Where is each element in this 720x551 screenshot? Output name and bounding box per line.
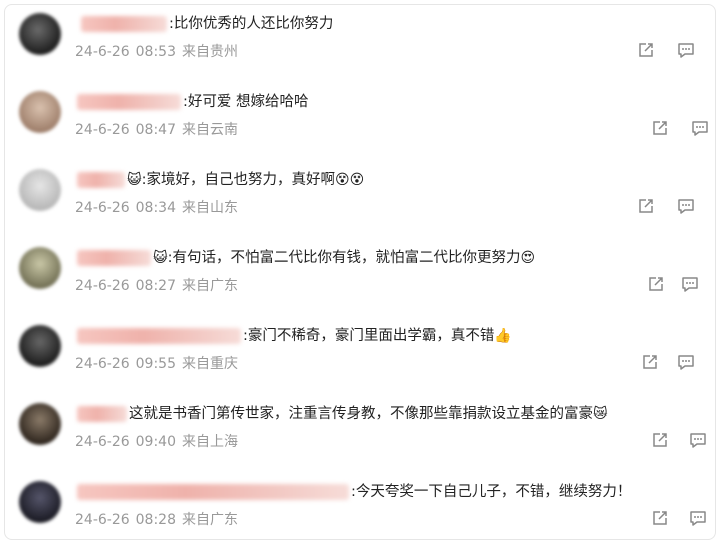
share-icon[interactable] bbox=[647, 275, 665, 293]
comment-location: 来自广东 bbox=[182, 512, 238, 528]
comment-emoji: 😿 bbox=[593, 406, 608, 422]
avatar[interactable] bbox=[19, 325, 61, 367]
comment-meta: 24-6-26 08:28 来自广东 bbox=[75, 509, 244, 529]
comment-content: :豪门不稀奇，豪门里面出学霸，真不错👍 bbox=[243, 325, 512, 347]
comment-location: 来自山东 bbox=[182, 200, 238, 216]
username-blurred[interactable] bbox=[77, 94, 181, 110]
comment-icon[interactable] bbox=[681, 275, 699, 293]
comment-time: 08:47 bbox=[135, 122, 176, 138]
comment-emoji: 😵😵 bbox=[335, 172, 365, 188]
share-icon[interactable] bbox=[637, 197, 655, 215]
comment-date: 24-6-26 bbox=[75, 122, 130, 138]
comment-item: :今天夸奖一下自己儿子，不错，继续努力！ 24-6-26 08:28 来自广东 bbox=[5, 473, 715, 551]
username-blurred[interactable] bbox=[77, 328, 241, 344]
comment-time: 08:27 bbox=[135, 278, 176, 294]
avatar[interactable] bbox=[19, 247, 61, 289]
comment-meta: 24-6-26 08:34 来自山东 bbox=[75, 197, 244, 217]
comment-icon[interactable] bbox=[691, 119, 709, 137]
share-icon[interactable] bbox=[651, 119, 669, 137]
avatar[interactable] bbox=[19, 403, 61, 445]
comment-emoji: 😍 bbox=[520, 250, 536, 266]
share-icon[interactable] bbox=[651, 509, 669, 527]
username-blurred[interactable] bbox=[77, 406, 127, 422]
comment-icon[interactable] bbox=[689, 431, 707, 449]
comment-time: 09:40 bbox=[135, 434, 176, 450]
comment-meta: 24-6-26 08:47 来自云南 bbox=[75, 119, 244, 139]
comment-emoji: 👍 bbox=[494, 328, 512, 344]
comment-item: :豪门不稀奇，豪门里面出学霸，真不错👍 24-6-26 09:55 来自重庆 bbox=[5, 317, 715, 395]
share-icon[interactable] bbox=[637, 41, 655, 59]
comment-icon[interactable] bbox=[689, 509, 707, 527]
share-icon[interactable] bbox=[651, 431, 669, 449]
avatar[interactable] bbox=[19, 481, 61, 523]
comment-icon[interactable] bbox=[677, 41, 695, 59]
comment-date: 24-6-26 bbox=[75, 200, 130, 216]
comment-icon[interactable] bbox=[677, 353, 695, 371]
comment-text: :好可爱 想嫁给哈哈 bbox=[183, 94, 309, 110]
user-badge-emoji: 😺 bbox=[153, 250, 168, 266]
username-blurred[interactable] bbox=[77, 484, 349, 500]
comment-time: 08:34 bbox=[135, 200, 176, 216]
comment-meta: 24-6-26 09:40 来自上海 bbox=[75, 431, 244, 451]
comment-item: 😺:家境好，自己也努力，真好啊😵😵 24-6-26 08:34 来自山东 bbox=[5, 161, 715, 239]
comment-date: 24-6-26 bbox=[75, 512, 130, 528]
comment-location: 来自重庆 bbox=[182, 356, 238, 372]
avatar[interactable] bbox=[19, 91, 61, 133]
username-blurred[interactable] bbox=[81, 16, 167, 32]
username-blurred[interactable] bbox=[77, 172, 125, 188]
comment-date: 24-6-26 bbox=[75, 356, 130, 372]
comment-date: 24-6-26 bbox=[75, 434, 130, 450]
user-badge-emoji: 😺 bbox=[127, 172, 142, 188]
comment-time: 08:53 bbox=[135, 44, 176, 60]
comment-meta: 24-6-26 09:55 来自重庆 bbox=[75, 353, 244, 373]
comment-time: 08:28 bbox=[135, 512, 176, 528]
comment-meta: 24-6-26 08:27 来自广东 bbox=[75, 275, 244, 295]
comment-location: 来自贵州 bbox=[182, 44, 238, 60]
comment-content: 这就是书香门第传世家，注重言传身教，不像那些靠捐款设立基金的富豪😿 bbox=[129, 403, 608, 425]
comment-meta: 24-6-26 08:53 来自贵州 bbox=[75, 41, 244, 61]
comment-time: 09:55 bbox=[135, 356, 176, 372]
comment-text: :豪门不稀奇，豪门里面出学霸，真不错 bbox=[243, 328, 495, 344]
comment-item: 这就是书香门第传世家，注重言传身教，不像那些靠捐款设立基金的富豪😿 24-6-2… bbox=[5, 395, 715, 473]
comment-content: 😺:有句话，不怕富二代比你有钱，就怕富二代比你更努力😍 bbox=[153, 247, 535, 269]
avatar[interactable] bbox=[19, 169, 61, 211]
comment-item: 😺:有句话，不怕富二代比你有钱，就怕富二代比你更努力😍 24-6-26 08:27… bbox=[5, 239, 715, 317]
comment-date: 24-6-26 bbox=[75, 44, 130, 60]
share-icon[interactable] bbox=[641, 353, 659, 371]
comment-content: 😺:家境好，自己也努力，真好啊😵😵 bbox=[127, 169, 364, 191]
comment-location: 来自云南 bbox=[182, 122, 238, 138]
comment-text: :比你优秀的人还比你努力 bbox=[169, 16, 334, 32]
comment-text: :有句话，不怕富二代比你有钱，就怕富二代比你更努力 bbox=[167, 250, 521, 266]
comment-list: :比你优秀的人还比你努力 24-6-26 08:53 来自贵州 :好可爱 想嫁给哈哈… bbox=[4, 4, 716, 540]
comment-date: 24-6-26 bbox=[75, 278, 130, 294]
username-blurred[interactable] bbox=[77, 250, 151, 266]
avatar[interactable] bbox=[19, 13, 61, 55]
comment-location: 来自上海 bbox=[182, 434, 238, 450]
comment-item: :好可爱 想嫁给哈哈 24-6-26 08:47 来自云南 bbox=[5, 83, 715, 161]
comment-item: :比你优秀的人还比你努力 24-6-26 08:53 来自贵州 bbox=[5, 5, 715, 83]
comment-location: 来自广东 bbox=[182, 278, 238, 294]
comment-text: :家境好，自己也努力，真好啊 bbox=[141, 172, 335, 188]
comment-text: 这就是书香门第传世家，注重言传身教，不像那些靠捐款设立基金的富豪 bbox=[129, 406, 593, 422]
comment-icon[interactable] bbox=[677, 197, 695, 215]
comment-text: :今天夸奖一下自己儿子，不错，继续努力！ bbox=[351, 484, 632, 500]
